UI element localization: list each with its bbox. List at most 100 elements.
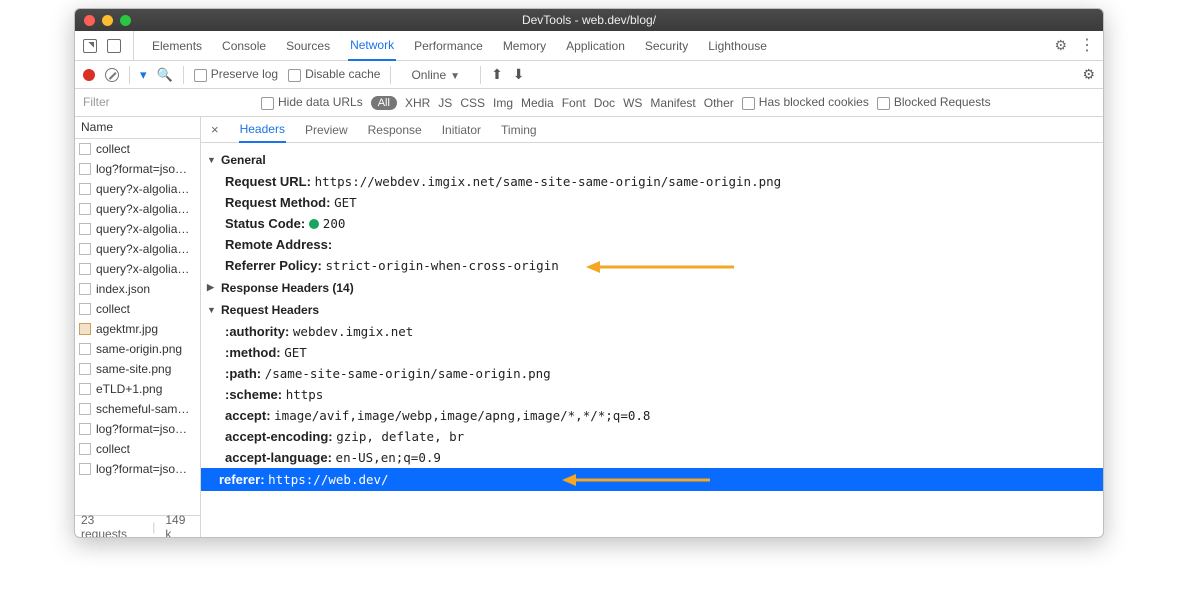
filter-ws[interactable]: WS: [623, 96, 642, 110]
tab-performance[interactable]: Performance: [412, 32, 485, 60]
tab-lighthouse[interactable]: Lighthouse: [706, 32, 769, 60]
record-icon[interactable]: [83, 69, 95, 81]
tab-elements[interactable]: Elements: [150, 32, 204, 60]
network-toolbar: ▾ 🔍 Preserve log Disable cache Online▼ ⬆…: [75, 61, 1103, 89]
settings-icon[interactable]: ⚙: [1054, 37, 1067, 54]
section-general[interactable]: ▼General: [207, 149, 1103, 171]
clear-icon[interactable]: [105, 68, 119, 82]
tab-preview[interactable]: Preview: [304, 118, 349, 142]
filter-css[interactable]: CSS: [460, 96, 485, 110]
section-response-headers[interactable]: ▶Response Headers (14): [207, 277, 1103, 299]
request-row[interactable]: query?x-algolia…: [75, 219, 200, 239]
throttle-select[interactable]: Online▼: [401, 66, 470, 84]
tab-memory[interactable]: Memory: [501, 32, 548, 60]
request-row[interactable]: agektmr.jpg: [75, 319, 200, 339]
tab-application[interactable]: Application: [564, 32, 627, 60]
tab-initiator[interactable]: Initiator: [441, 118, 482, 142]
device-toggle-icon[interactable]: [107, 39, 121, 53]
tab-headers[interactable]: Headers: [239, 117, 286, 143]
request-row[interactable]: log?format=jso…: [75, 159, 200, 179]
filter-other[interactable]: Other: [704, 96, 734, 110]
detail-tabs: × Headers Preview Response Initiator Tim…: [201, 117, 1103, 143]
request-row[interactable]: same-origin.png: [75, 339, 200, 359]
request-row[interactable]: log?format=jso…: [75, 459, 200, 479]
request-name: collect: [96, 442, 130, 456]
file-icon: [79, 363, 91, 375]
filter-all[interactable]: All: [371, 96, 397, 110]
filter-img[interactable]: Img: [493, 96, 513, 110]
tab-console[interactable]: Console: [220, 32, 268, 60]
divider: [390, 66, 391, 84]
filter-js[interactable]: JS: [438, 96, 452, 110]
filter-input[interactable]: [83, 94, 253, 112]
blocked-cookies-checkbox[interactable]: Has blocked cookies: [742, 95, 869, 109]
request-detail: × Headers Preview Response Initiator Tim…: [201, 117, 1103, 537]
request-name: same-origin.png: [96, 342, 182, 356]
file-icon: [79, 343, 91, 355]
devtools-window: DevTools - web.dev/blog/ Elements Consol…: [74, 8, 1104, 538]
file-icon: [79, 323, 91, 335]
general-method: Request Method: GET: [207, 192, 1103, 213]
network-settings-icon[interactable]: ⚙: [1082, 66, 1095, 83]
divider: [183, 66, 184, 84]
filter-icon[interactable]: ▾: [140, 67, 147, 83]
element-picker-icon[interactable]: [83, 39, 97, 53]
tab-timing[interactable]: Timing: [500, 118, 538, 142]
request-row[interactable]: query?x-algolia…: [75, 179, 200, 199]
request-name: same-site.png: [96, 362, 171, 376]
filter-toolbar: Hide data URLs All XHR JS CSS Img Media …: [75, 89, 1103, 117]
request-row[interactable]: log?format=jso…: [75, 419, 200, 439]
request-name: agektmr.jpg: [96, 322, 158, 336]
divider: [129, 66, 130, 84]
request-row[interactable]: collect: [75, 299, 200, 319]
name-column-header[interactable]: Name: [75, 117, 200, 139]
request-row[interactable]: index.json: [75, 279, 200, 299]
reqh-path: :path: /same-site-same-origin/same-origi…: [207, 363, 1103, 384]
request-row[interactable]: query?x-algolia…: [75, 199, 200, 219]
request-row[interactable]: schemeful-sam…: [75, 399, 200, 419]
close-detail-icon[interactable]: ×: [211, 122, 219, 137]
file-icon: [79, 203, 91, 215]
file-icon: [79, 463, 91, 475]
search-icon[interactable]: 🔍: [157, 67, 173, 83]
file-icon: [79, 403, 91, 415]
reqh-scheme: :scheme: https: [207, 384, 1103, 405]
upload-har-icon[interactable]: ⬆: [491, 66, 503, 83]
tab-network[interactable]: Network: [348, 31, 396, 61]
request-name: query?x-algolia…: [96, 242, 189, 256]
filter-xhr[interactable]: XHR: [405, 96, 430, 110]
section-request-headers[interactable]: ▼Request Headers: [207, 299, 1103, 321]
request-row[interactable]: query?x-algolia…: [75, 239, 200, 259]
request-row[interactable]: same-site.png: [75, 359, 200, 379]
blocked-requests-checkbox[interactable]: Blocked Requests: [877, 95, 991, 109]
tab-sources[interactable]: Sources: [284, 32, 332, 60]
preserve-log-checkbox[interactable]: Preserve log: [194, 67, 278, 81]
tab-security[interactable]: Security: [643, 32, 690, 60]
blocked-requests-label: Blocked Requests: [894, 95, 991, 109]
tab-response[interactable]: Response: [367, 118, 423, 142]
general-status: Status Code: 200: [207, 213, 1103, 234]
request-row[interactable]: eTLD+1.png: [75, 379, 200, 399]
request-row[interactable]: query?x-algolia…: [75, 259, 200, 279]
hide-data-urls-checkbox[interactable]: Hide data URLs: [261, 95, 363, 109]
file-icon: [79, 243, 91, 255]
annotation-arrow-icon: [586, 260, 736, 274]
reqh-referer-highlighted: referer: https://web.dev/: [201, 468, 1103, 492]
general-remote: Remote Address:: [207, 234, 1103, 255]
filter-media[interactable]: Media: [521, 96, 554, 110]
request-row[interactable]: collect: [75, 139, 200, 159]
filter-manifest[interactable]: Manifest: [650, 96, 695, 110]
filter-font[interactable]: Font: [562, 96, 586, 110]
download-har-icon[interactable]: ⬇: [513, 66, 525, 83]
reqh-accept: accept: image/avif,image/webp,image/apng…: [207, 405, 1103, 426]
filter-doc[interactable]: Doc: [594, 96, 615, 110]
status-ok-icon: [309, 219, 319, 229]
reqh-authority: :authority: webdev.imgix.net: [207, 321, 1103, 342]
main-tabs: Elements Console Sources Network Perform…: [75, 31, 1103, 61]
hide-data-urls-label: Hide data URLs: [278, 95, 363, 109]
transfer-size: 149 k: [165, 513, 194, 539]
reqh-method: :method: GET: [207, 342, 1103, 363]
headers-scroll[interactable]: ▼General Request URL: https://webdev.img…: [201, 143, 1103, 537]
disable-cache-checkbox[interactable]: Disable cache: [288, 67, 380, 81]
request-row[interactable]: collect: [75, 439, 200, 459]
